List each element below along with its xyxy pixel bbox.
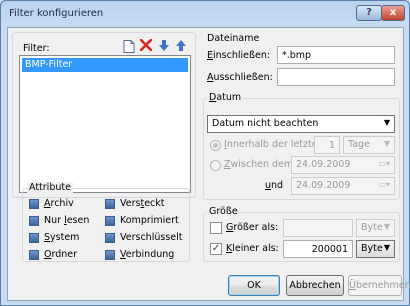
new-document-icon[interactable] (123, 40, 135, 55)
checkbox[interactable] (105, 233, 115, 243)
attr-label: Verbindung (120, 249, 175, 260)
kleiner-unit-value: Byte (361, 243, 383, 254)
innerhalb-radio[interactable] (210, 140, 221, 151)
filter-panel: Filter: BMP-Filter (12, 32, 196, 198)
chevron-down-icon: ▼ (383, 222, 390, 231)
window-title: Filter konfigurieren (9, 8, 104, 19)
datum-mode-select[interactable]: Datum nicht beachten ▼ (207, 115, 395, 133)
dateiname-group: Dateiname Einschließen: Ausschließen: (203, 28, 400, 92)
checkbox[interactable] (29, 233, 39, 243)
kleiner-unit-select[interactable]: Byte ▼ (356, 240, 395, 258)
chevron-down-icon: ▼ (383, 139, 390, 148)
attribute-group: Attribute Archiv Nur lesen System Ordner… (22, 182, 190, 262)
checkbox[interactable] (105, 216, 115, 226)
zwischen-date-picker[interactable]: 24.09.2009 ▭▾ (291, 156, 395, 174)
und-date-value: 24.09.2009 (296, 180, 351, 191)
checkbox[interactable] (29, 199, 39, 209)
attr-label: Nur lesen (44, 215, 90, 226)
dialog-client: Filter: BMP-Filter Attribute Archiv Nur … (7, 27, 410, 301)
checkbox[interactable] (105, 199, 115, 209)
und-date-picker[interactable]: 24.09.2009 ▭▾ (291, 177, 395, 195)
attr-label: Versteckt (120, 198, 165, 209)
kleiner-label: Kleiner als: (226, 243, 279, 254)
kleiner-checkbox[interactable]: ✓ (210, 243, 222, 255)
attr-label: Komprimiert (120, 215, 179, 226)
list-item[interactable]: BMP-Filter (22, 58, 188, 72)
groesse-group: Größe Größer als: Byte ▼ ✓ Kleiner als: … (203, 206, 400, 262)
arrow-up-icon[interactable] (176, 40, 186, 53)
calendar-icon: ▭▾ (378, 159, 390, 168)
delete-icon[interactable] (139, 38, 153, 53)
filter-list[interactable]: BMP-Filter (19, 55, 191, 193)
checkbox[interactable] (29, 216, 39, 226)
ok-button[interactable]: OK (228, 275, 280, 296)
dialog-window: Filter konfigurieren ? x Filter: BMP-Fil… (0, 0, 410, 306)
calendar-icon: ▭▾ (378, 180, 390, 189)
innerhalb-label: Innerhalb der letzten (224, 139, 324, 150)
attr-label: Archiv (44, 198, 74, 209)
innerhalb-unit-select[interactable]: Tage ▼ (343, 136, 395, 154)
title-bar: Filter konfigurieren ? x (1, 1, 409, 27)
datum-group: Datum Datum nicht beachten ▼ Innerhalb d… (203, 92, 400, 200)
close-button[interactable]: x (381, 5, 405, 21)
groesser-unit-value: Byte (361, 222, 383, 233)
einschliessen-label: Einschließen: (207, 50, 271, 61)
zwischen-date-value: 24.09.2009 (296, 159, 351, 170)
innerhalb-value-input[interactable] (314, 136, 340, 154)
groesser-input[interactable] (283, 219, 353, 237)
zwischen-radio[interactable] (210, 160, 221, 171)
ausschliessen-input[interactable] (277, 68, 395, 86)
filter-label: Filter: (23, 43, 50, 54)
zwischen-label: Zwischen dem (224, 159, 294, 170)
attribute-group-label: Attribute (27, 182, 73, 193)
attr-label: System (44, 232, 80, 243)
datum-label: Datum (207, 92, 244, 103)
attr-label: Verschlüsselt (120, 232, 183, 243)
innerhalb-unit-value: Tage (348, 139, 370, 150)
apply-button[interactable]: Übernehmen (348, 275, 410, 296)
checkbox[interactable] (29, 250, 39, 260)
und-label: und (265, 180, 284, 191)
chevron-down-icon: ▼ (383, 118, 390, 127)
dateiname-label: Dateiname (207, 33, 260, 44)
cancel-button[interactable]: Abbrechen (286, 275, 344, 296)
checkbox[interactable] (105, 250, 115, 260)
datum-mode-value: Datum nicht beachten (212, 118, 319, 129)
einschliessen-input[interactable] (277, 46, 395, 64)
attr-label: Ordner (44, 249, 78, 260)
ausschliessen-label: Ausschließen: (207, 72, 273, 83)
kleiner-input[interactable] (283, 240, 353, 258)
help-button[interactable]: ? (356, 5, 382, 21)
groesser-checkbox[interactable] (210, 222, 222, 234)
groesse-label: Größe (207, 206, 240, 217)
chevron-down-icon: ▼ (383, 243, 390, 252)
groesser-unit-select[interactable]: Byte ▼ (356, 219, 395, 237)
groesser-label: Größer als: (226, 222, 279, 233)
arrow-down-icon[interactable] (159, 40, 169, 53)
